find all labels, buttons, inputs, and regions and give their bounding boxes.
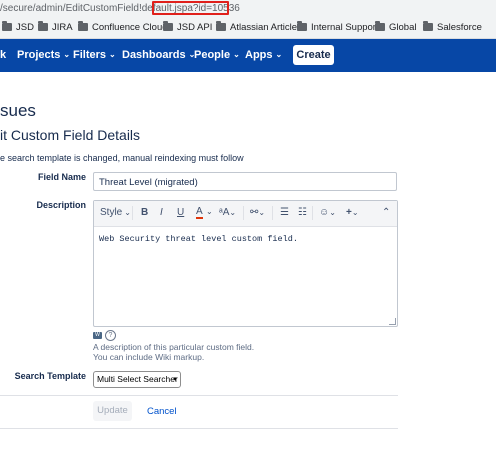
- nav-item-partial[interactable]: k: [0, 49, 6, 61]
- toolbar-divider: [272, 206, 273, 220]
- emoji-icon: ☺: [319, 207, 330, 218]
- folder-icon: [423, 21, 433, 31]
- search-template-label: Search Template: [14, 371, 86, 381]
- chevron-down-icon: ⌄: [351, 208, 359, 217]
- create-button[interactable]: Create: [293, 45, 334, 65]
- description-help-text: A description of this particular custom …: [93, 342, 255, 352]
- field-name-label: Field Name: [37, 172, 86, 182]
- page-title: it Custom Field Details: [0, 127, 141, 143]
- link-button[interactable]: ⚯⌄: [250, 207, 265, 218]
- chevron-down-icon: ▾: [173, 376, 177, 383]
- chevron-down-icon: ⌄: [233, 50, 240, 59]
- bookmark-jira[interactable]: JIRA: [38, 21, 73, 33]
- description-text[interactable]: Web Security threat level custom field.: [99, 234, 298, 244]
- folder-icon: [163, 21, 173, 31]
- italic-button[interactable]: I: [160, 207, 163, 218]
- bookmark-internal-support[interactable]: Internal Support: [297, 21, 379, 33]
- bullet-list-icon[interactable]: ☰: [280, 207, 289, 218]
- form-divider: [0, 395, 398, 396]
- nav-item-people[interactable]: People ⌄: [194, 49, 240, 61]
- field-name-input[interactable]: Threat Level (migrated): [93, 172, 397, 191]
- folder-icon: [216, 21, 226, 31]
- underline-button[interactable]: U: [177, 207, 184, 218]
- search-template-select[interactable]: Multi Select Searcher ▾: [93, 371, 181, 388]
- chevron-down-icon: ⌄: [63, 50, 71, 59]
- address-bar[interactable]: /secure/admin/EditCustomField!default.js…: [0, 0, 496, 18]
- style-dropdown[interactable]: Style ⌄: [100, 207, 131, 218]
- folder-icon: [38, 21, 48, 31]
- help-question-icon[interactable]: ?: [105, 330, 116, 341]
- description-editor[interactable]: Style ⌄ B I U A ⌄ ᵃA⌄ ⚯⌄ ☰ ☷ ☺⌄ +⌄ ⌃ Web …: [93, 200, 398, 327]
- top-navigation: k Projects ⌄ Filters ⌄ Dashboards ⌄ People ⌄…: [0, 39, 496, 72]
- nav-item-dashboards[interactable]: Dashboards ⌄: [122, 49, 195, 61]
- chevron-down-icon: ⌄: [258, 208, 266, 217]
- folder-icon: [78, 21, 88, 31]
- url-prefix: /secure/admin/EditCustomField!default.: [0, 3, 175, 14]
- wiki-markup-icon[interactable]: W: [93, 332, 102, 339]
- folder-icon: [297, 21, 307, 31]
- chevron-down-icon: ⌄: [229, 208, 237, 217]
- text-color-button[interactable]: A: [196, 207, 203, 219]
- reindex-note: e search template is changed, manual rei…: [0, 153, 244, 163]
- editor-toolbar: Style ⌄ B I U A ⌄ ᵃA⌄ ⚯⌄ ☰ ☷ ☺⌄ +⌄ ⌃: [94, 201, 397, 227]
- section-title: sues: [0, 101, 36, 120]
- nav-item-projects[interactable]: Projects ⌄: [17, 49, 70, 61]
- bookmark-salesforce[interactable]: Salesforce: [423, 21, 482, 33]
- bold-button[interactable]: B: [141, 207, 148, 218]
- description-label: Description: [36, 200, 86, 210]
- update-button[interactable]: Update: [93, 401, 132, 421]
- insert-button[interactable]: +⌄: [346, 207, 359, 218]
- bookmark-confluence-cloud[interactable]: Confluence Cloud: [78, 21, 168, 33]
- toolbar-divider: [243, 206, 244, 220]
- chevron-down-icon: ⌄: [109, 50, 116, 59]
- nav-item-filters[interactable]: Filters ⌄: [73, 49, 116, 61]
- bookmark-atlassian-articles[interactable]: Atlassian Articles: [216, 21, 302, 33]
- toolbar-divider: [312, 206, 313, 220]
- bookmark-jsd-api[interactable]: JSD API: [163, 21, 212, 33]
- chevron-down-icon: ⌄: [124, 208, 131, 217]
- bookmark-jsd[interactable]: JSD: [2, 21, 34, 33]
- cancel-link[interactable]: Cancel: [147, 406, 177, 417]
- resize-handle[interactable]: [389, 318, 396, 325]
- folder-icon: [2, 21, 12, 31]
- toolbar-divider: [132, 206, 133, 220]
- url-highlight-box: [152, 1, 229, 15]
- numbered-list-icon[interactable]: ☷: [298, 207, 307, 218]
- bookmark-global[interactable]: Global: [375, 21, 416, 33]
- emoji-button[interactable]: ☺⌄: [319, 207, 336, 218]
- collapse-toolbar-icon[interactable]: ⌃: [382, 207, 390, 218]
- chevron-down-icon: ⌄: [329, 208, 336, 217]
- chevron-down-icon[interactable]: ⌄: [206, 207, 213, 216]
- folder-icon: [375, 21, 385, 31]
- nav-item-apps[interactable]: Apps ⌄: [245, 49, 282, 61]
- wiki-markup-help-text: You can include Wiki markup.: [93, 352, 205, 362]
- bookmarks-bar: JSD JIRA Confluence Cloud JSD API Atlass…: [0, 18, 496, 39]
- chevron-down-icon: ⌄: [275, 50, 283, 59]
- more-text-formatting-button[interactable]: ᵃA⌄: [219, 207, 236, 218]
- form-divider: [0, 428, 398, 429]
